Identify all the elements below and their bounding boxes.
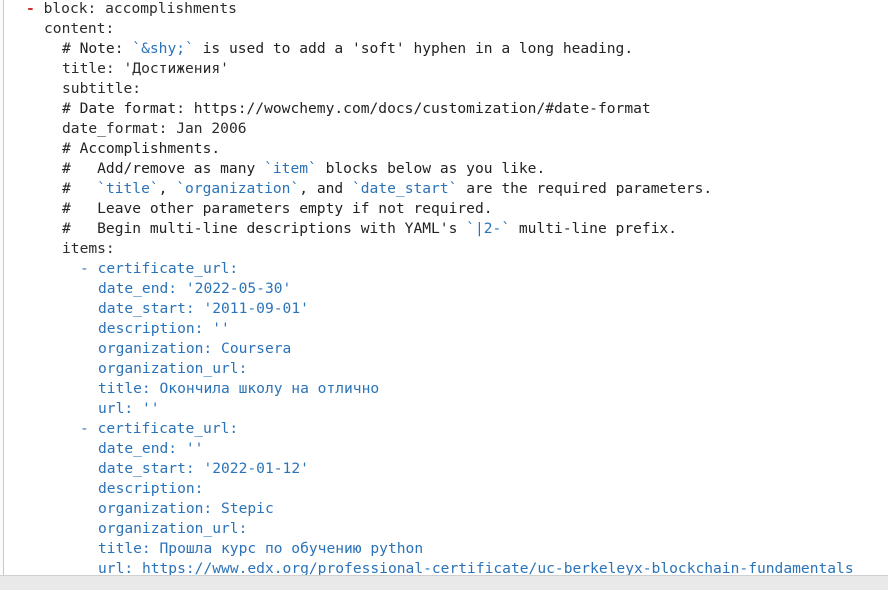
code-line: date_end: '2022-05-30': [98, 279, 291, 299]
yaml-key: organization_url:: [98, 360, 248, 377]
code-line: organization_url:: [98, 519, 247, 539]
yaml-comment: # Date format: https://wowchemy.com/docs…: [62, 100, 651, 117]
yaml-key: date_start:: [98, 460, 195, 477]
yaml-value: 'Достижения': [123, 60, 229, 77]
yaml-key: title:: [98, 380, 151, 397]
code-line: date_format: Jan 2006: [62, 119, 247, 139]
yaml-value: '': [141, 400, 160, 417]
code-line: url: '': [98, 399, 160, 419]
yaml-key: title:: [62, 60, 115, 77]
code-line: organization: Stepic: [98, 499, 274, 519]
yaml-comment: # Add/remove as many: [62, 160, 265, 177]
yaml-key: certificate_url:: [97, 420, 239, 437]
code-line: date_start: '2022-01-12': [98, 459, 309, 479]
inline-code: `organization`: [176, 180, 300, 197]
editor-gutter: [0, 0, 4, 576]
code-line: # Accomplishments.: [62, 139, 220, 159]
code-line: description: '': [98, 319, 230, 339]
yaml-comment: # Leave other parameters empty if not re…: [62, 200, 493, 217]
inline-code: `|2-`: [466, 220, 511, 237]
code-line: # Leave other parameters empty if not re…: [62, 199, 493, 219]
yaml-comment: , and: [299, 180, 352, 197]
code-line: title: Прошла курс по обучению python: [98, 539, 423, 559]
code-line: description:: [98, 479, 203, 499]
yaml-value: Прошла курс по обучению python: [159, 540, 424, 557]
yaml-value: Окончила школу на отлично: [159, 380, 380, 397]
yaml-value: '': [212, 320, 230, 337]
list-dash: -: [80, 420, 89, 437]
yaml-key: subtitle:: [62, 80, 142, 97]
yaml-value: '2022-05-30': [185, 280, 292, 297]
yaml-key: description:: [98, 480, 204, 497]
yaml-value: accomplishments: [105, 0, 237, 17]
code-line: # Begin multi-line descriptions with YAM…: [62, 219, 677, 239]
code-line: subtitle:: [62, 79, 141, 99]
code-line: - block: accomplishments: [26, 0, 237, 19]
yaml-comment: blocks below as you like.: [316, 160, 546, 177]
yaml-key: title:: [98, 540, 151, 557]
yaml-comment: are the required parameters.: [457, 180, 713, 197]
yaml-key: items:: [62, 240, 115, 257]
yaml-key: organization_url:: [98, 520, 248, 537]
yaml-key: description:: [98, 320, 204, 337]
list-dash: -: [26, 0, 35, 17]
yaml-key: content:: [44, 20, 115, 37]
code-line: title: Окончила школу на отлично: [98, 379, 379, 399]
yaml-key: date_start:: [98, 300, 195, 317]
yaml-comment: # Note:: [62, 40, 133, 57]
yaml-key: url:: [98, 400, 134, 417]
inline-code: `date_start`: [351, 180, 458, 197]
code-line: date_end: '': [98, 439, 203, 459]
code-line: date_start: '2011-09-01': [98, 299, 309, 319]
yaml-comment: # Begin multi-line descriptions with YAM…: [62, 220, 467, 237]
code-line: # Add/remove as many `item` blocks below…: [62, 159, 545, 179]
yaml-comment: multi-line prefix.: [510, 220, 678, 237]
yaml-comment: # Accomplishments.: [62, 140, 221, 157]
code-line: title: 'Достижения': [62, 59, 229, 79]
code-line: organization_url:: [98, 359, 247, 379]
yaml-key: date_end:: [98, 280, 178, 297]
yaml-key: date_format:: [62, 120, 168, 137]
code-line: - certificate_url:: [80, 419, 238, 439]
code-line: - certificate_url:: [80, 259, 238, 279]
yaml-value: '2011-09-01': [203, 300, 309, 317]
horizontal-scrollbar[interactable]: [0, 575, 888, 590]
code-line: # Date format: https://wowchemy.com/docs…: [62, 99, 651, 119]
inline-code: `item`: [264, 160, 317, 177]
inline-code: `&shy;`: [132, 40, 194, 57]
yaml-value: Coursera: [221, 340, 292, 357]
yaml-comment: is used to add a 'soft' hyphen in a long…: [193, 40, 634, 57]
yaml-key: block:: [43, 0, 97, 17]
yaml-key: organization:: [98, 340, 213, 357]
inline-code: `title`: [97, 180, 159, 197]
yaml-value: Stepic: [221, 500, 274, 517]
yaml-value: Jan 2006: [176, 120, 247, 137]
yaml-key: certificate_url:: [97, 260, 239, 277]
code-line: # Note: `&shy;` is used to add a 'soft' …: [62, 39, 633, 59]
yaml-value: '': [185, 440, 204, 457]
code-line: # `title`, `organization`, and `date_sta…: [62, 179, 712, 199]
list-dash: -: [80, 260, 89, 277]
yaml-comment: #: [62, 180, 98, 197]
yaml-key: date_end:: [98, 440, 178, 457]
yaml-value: '2022-01-12': [203, 460, 309, 477]
code-line: items:: [62, 239, 115, 259]
yaml-comment: ,: [158, 180, 177, 197]
yaml-key: organization:: [98, 500, 213, 517]
code-line: content:: [44, 19, 114, 39]
code-line: organization: Coursera: [98, 339, 291, 359]
